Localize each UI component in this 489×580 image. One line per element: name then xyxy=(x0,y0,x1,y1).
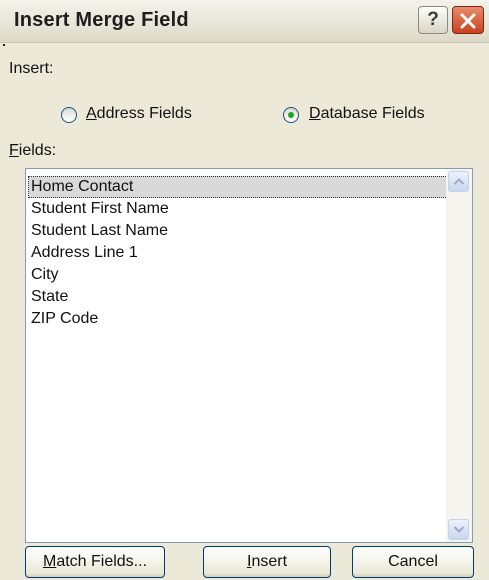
list-item-student-last-name[interactable]: Student Last Name xyxy=(28,220,448,242)
title-bar[interactable]: Insert Merge Field ? xyxy=(0,0,489,43)
close-icon xyxy=(460,13,476,29)
fields-listbox[interactable]: Home Contact Student First Name Student … xyxy=(25,168,473,543)
insert-button[interactable]: Insert xyxy=(203,546,331,578)
scroll-down-button[interactable] xyxy=(448,519,469,540)
fields-list: Home Contact Student First Name Student … xyxy=(28,176,448,330)
address-fields-label[interactable]: Address Fields xyxy=(86,105,192,123)
insert-merge-field-dialog: Insert Merge Field ? Insert: Address Fie… xyxy=(0,0,489,580)
database-fields-label[interactable]: Database Fields xyxy=(309,105,425,123)
list-item-city[interactable]: City xyxy=(28,264,448,286)
close-button[interactable] xyxy=(452,6,484,34)
help-icon: ? xyxy=(427,9,439,30)
list-item-student-first-name[interactable]: Student First Name xyxy=(28,198,448,220)
list-item-home-contact[interactable]: Home Contact xyxy=(28,176,448,198)
database-fields-radio[interactable] xyxy=(283,107,299,123)
insert-label: Insert: xyxy=(9,60,54,77)
chevron-down-icon xyxy=(453,526,465,533)
match-fields-button[interactable]: Match Fields... xyxy=(25,546,165,578)
cancel-button[interactable]: Cancel xyxy=(352,546,474,578)
dialog-title: Insert Merge Field xyxy=(14,9,189,31)
chevron-up-icon xyxy=(453,178,465,185)
scroll-up-button[interactable] xyxy=(448,171,469,192)
focus-dot xyxy=(3,44,5,46)
fields-label: Fields: xyxy=(9,142,57,159)
list-item-state[interactable]: State xyxy=(28,286,448,308)
vertical-scrollbar[interactable] xyxy=(446,169,472,542)
list-item-address-line-1[interactable]: Address Line 1 xyxy=(28,242,448,264)
list-item-zip-code[interactable]: ZIP Code xyxy=(28,308,448,330)
help-button[interactable]: ? xyxy=(418,6,448,34)
address-fields-radio[interactable] xyxy=(61,107,77,123)
